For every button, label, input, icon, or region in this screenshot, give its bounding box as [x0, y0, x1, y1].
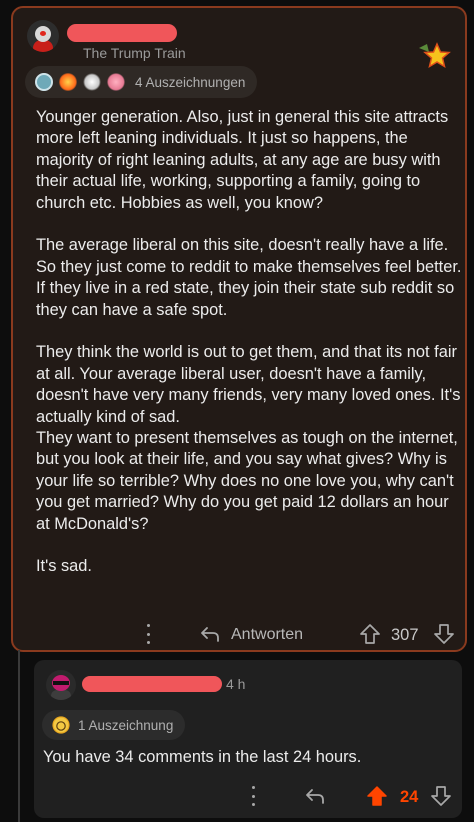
paragraph: It's sad.: [36, 557, 92, 576]
helpful-award-icon: [52, 716, 70, 734]
vote-score: 24: [400, 788, 419, 806]
reply-actions: 24: [34, 782, 462, 812]
fire-award-icon: [59, 73, 77, 91]
timestamp: 4 h: [226, 676, 246, 692]
reply-arrow-icon[interactable]: [304, 786, 326, 806]
star-award-icon: [419, 42, 451, 69]
vote-score: 307: [391, 626, 419, 644]
awards-pill[interactable]: 1 Auszeichnung: [42, 710, 186, 740]
brain-award-icon: [107, 73, 125, 91]
silver-award-icon: [35, 73, 53, 91]
reply-card: 4 h 1 Auszeichnung You have 34 comments …: [34, 660, 462, 818]
awards-pill[interactable]: 4 Auszeichnungen: [25, 66, 258, 98]
comment-header: The Trump Train: [27, 18, 451, 69]
redacted-username: [67, 24, 177, 42]
redacted-username: [82, 676, 222, 692]
user-avatar[interactable]: [46, 670, 76, 700]
reply-body: You have 34 comments in the last 24 hour…: [43, 748, 362, 766]
overflow-menu-icon[interactable]: [145, 624, 151, 644]
clap-award-icon: [83, 73, 101, 91]
awards-count: 1 Auszeichnung: [78, 717, 174, 733]
awards-count: 4 Auszeichnungen: [135, 74, 246, 90]
paragraph: They think the world is out to get them,…: [36, 343, 461, 426]
thread-line[interactable]: [18, 650, 20, 822]
user-flair: The Trump Train: [83, 45, 186, 61]
comment-actions: Antworten 307: [13, 620, 465, 652]
upvote-icon[interactable]: [359, 623, 381, 645]
downvote-icon[interactable]: [430, 785, 452, 807]
overflow-menu-icon[interactable]: [250, 786, 256, 806]
reply-button[interactable]: Antworten: [231, 626, 303, 644]
paragraph: The average liberal on this site, doesn'…: [36, 236, 462, 319]
reply-arrow-icon[interactable]: [199, 624, 221, 644]
user-avatar[interactable]: [27, 20, 59, 52]
paragraph: They want to present themselves as tough…: [36, 429, 458, 533]
downvote-icon[interactable]: [433, 623, 455, 645]
comment-body: Younger generation. Also, just in genera…: [36, 107, 466, 599]
comment-card: The Trump Train 4 Auszeichnungen Younger…: [11, 6, 467, 652]
paragraph: Younger generation. Also, just in genera…: [36, 108, 449, 212]
upvote-icon[interactable]: [366, 785, 388, 807]
